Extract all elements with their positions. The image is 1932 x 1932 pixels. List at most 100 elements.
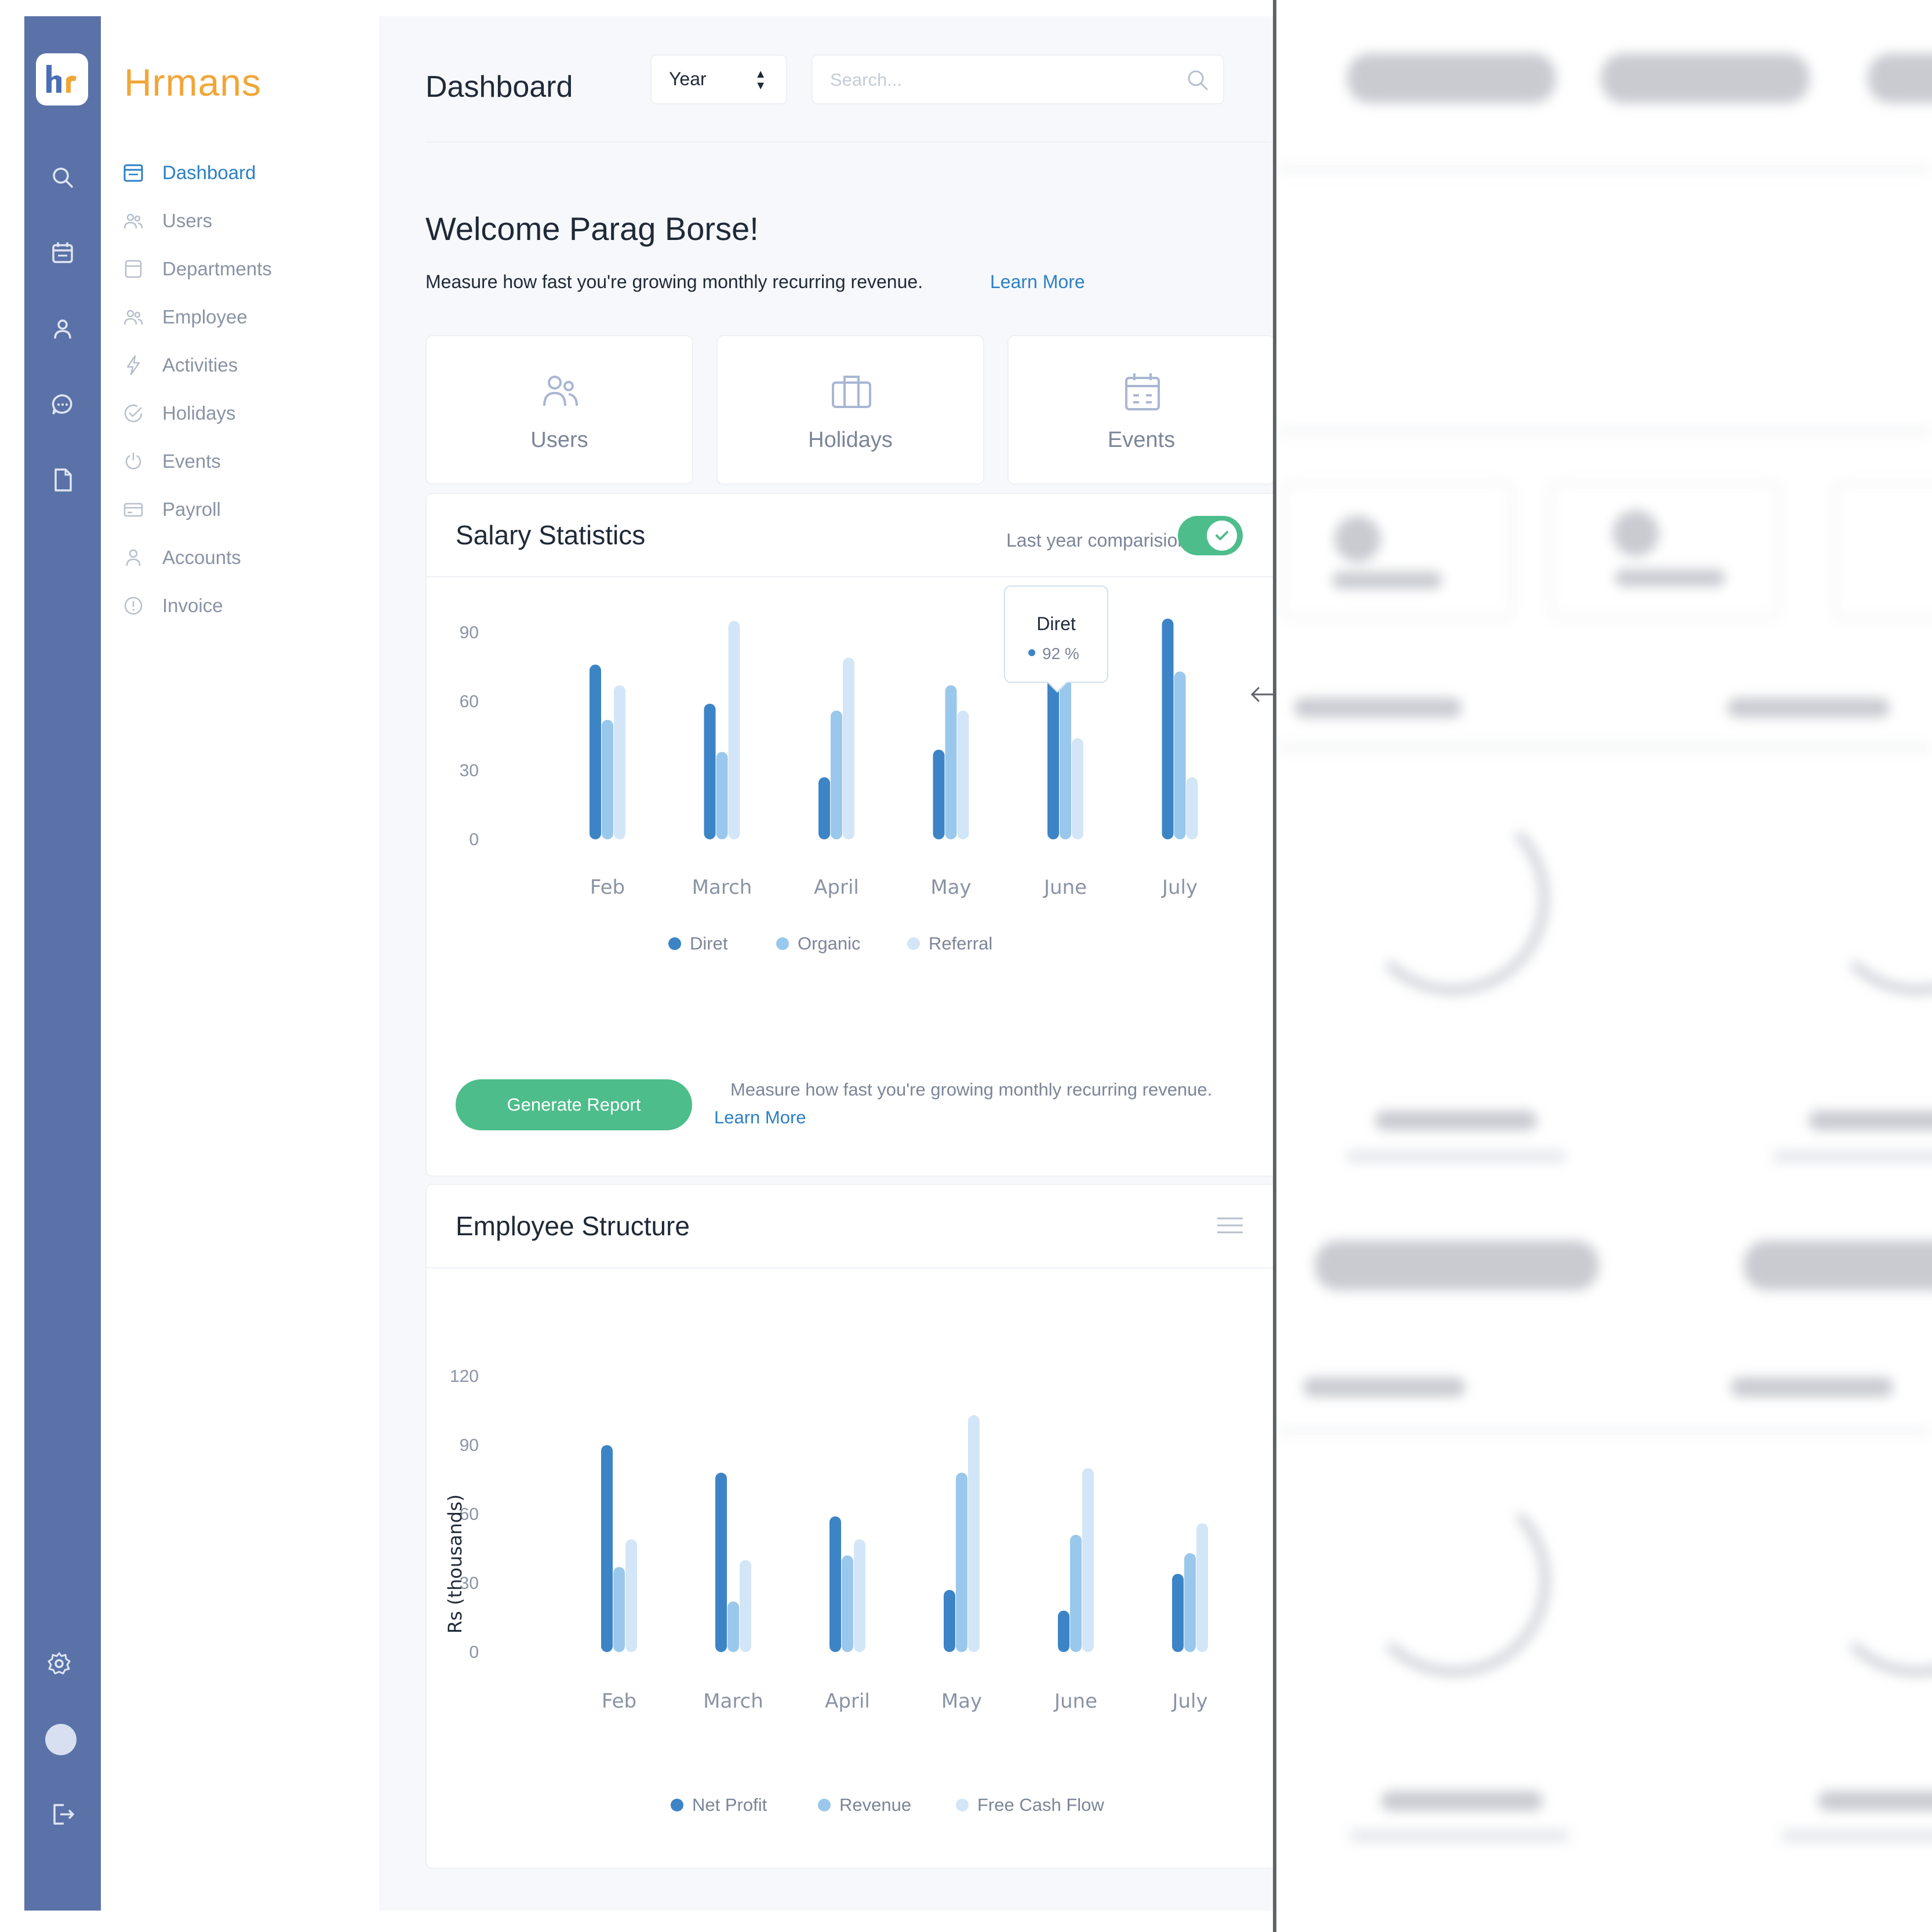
menu-icon[interactable] — [1216, 1214, 1244, 1237]
bar-net-profit — [944, 1589, 955, 1652]
blur-line — [1276, 745, 1932, 749]
period-select[interactable]: Year ▲ ▼ — [650, 54, 787, 104]
sidebar-item-accounts[interactable]: Accounts — [122, 540, 365, 575]
report-note: Measure how fast you're growing monthly … — [730, 1079, 1213, 1100]
x-tick-label: May — [930, 876, 971, 899]
user-icon[interactable] — [49, 315, 77, 343]
sidebar-item-label: Holidays — [162, 402, 236, 424]
blur-pill — [1744, 1240, 1932, 1290]
events-card[interactable]: Events — [1007, 335, 1273, 485]
sidebar-item-label: Users — [162, 210, 213, 231]
comparison-label: Last year comparision: — [1006, 530, 1193, 551]
bar-free-cash-flow — [740, 1560, 751, 1652]
search-icon[interactable] — [1185, 67, 1210, 93]
blur-pill — [1315, 1240, 1599, 1290]
search-placeholder: Search... — [830, 70, 903, 90]
blur-ring — [1821, 802, 1932, 995]
bar-diret — [704, 703, 716, 839]
bar-revenue — [842, 1555, 853, 1652]
salary-chart: 0306090120FebMarchAprilMayJuneJulyDiretO… — [460, 618, 1198, 954]
x-tick-label: April — [825, 1690, 870, 1713]
document-icon[interactable] — [49, 466, 77, 494]
users-icon — [122, 305, 145, 329]
blur-card — [1282, 481, 1514, 620]
blur-pill — [1773, 1150, 1932, 1163]
search-input[interactable]: Search... — [812, 54, 1224, 104]
user-icon — [122, 546, 145, 569]
learn-more-link[interactable]: Learn More — [990, 271, 1085, 293]
chat-icon[interactable] — [49, 391, 77, 419]
y-tick-label: 90 — [460, 623, 479, 642]
sidebar-item-label: Payroll — [162, 499, 221, 520]
sidebar-item-employee[interactable]: Employee — [122, 300, 365, 334]
bar-revenue — [1070, 1534, 1082, 1652]
bar-referral — [843, 657, 854, 839]
card-label: Users — [530, 428, 588, 452]
welcome-heading: Welcome Parag Borse! — [425, 210, 759, 247]
blur-pill — [1381, 1791, 1543, 1811]
card-label: Events — [1107, 428, 1176, 452]
page-title: Dashboard — [425, 70, 573, 104]
blur-pill — [1349, 1829, 1570, 1842]
users-card[interactable]: Users — [425, 335, 693, 485]
x-tick-label: March — [703, 1690, 763, 1713]
comparison-toggle[interactable] — [1178, 516, 1243, 555]
x-tick-label: June — [1053, 1690, 1097, 1713]
sidebar-item-label: Departments — [162, 258, 272, 279]
sidebar-item-payroll[interactable]: Payroll — [122, 492, 365, 527]
card-title: Salary Statistics — [456, 520, 646, 550]
sidebar-item-invoice[interactable]: Invoice — [122, 588, 365, 623]
sidebar-item-holidays[interactable]: Holidays — [122, 396, 365, 431]
info-icon — [122, 594, 145, 617]
card-label: Holidays — [808, 428, 893, 452]
legend-marker — [907, 937, 920, 950]
blur-pill — [1332, 572, 1442, 589]
users-icon — [537, 369, 584, 415]
y-tick-label: 120 — [450, 1367, 479, 1386]
bar-referral — [728, 621, 740, 839]
holidays-card[interactable]: Holidays — [716, 335, 984, 485]
header-divider — [425, 141, 1273, 143]
sidebar-item-label: Activities — [162, 354, 238, 376]
card-divider — [427, 1267, 1273, 1268]
blur-card — [1549, 481, 1781, 620]
x-tick-label: Feb — [590, 876, 625, 899]
legend-marker — [668, 937, 681, 950]
blur-dot — [1613, 510, 1659, 556]
sidebar-item-activities[interactable]: Activities — [122, 348, 365, 383]
bar-revenue — [1184, 1553, 1196, 1652]
bar-referral — [614, 685, 625, 839]
legend-marker — [671, 1799, 683, 1811]
power-icon — [122, 450, 145, 473]
blur-pill — [1346, 1150, 1566, 1163]
select-arrows-icon: ▲ ▼ — [755, 68, 766, 92]
blur-pill — [1375, 1111, 1537, 1130]
bar-diret — [590, 664, 601, 839]
blurred-content — [1276, 0, 1932, 1932]
users-icon — [122, 209, 145, 232]
app-logo[interactable] — [36, 53, 88, 105]
sidebar-item-events[interactable]: Events — [122, 444, 365, 479]
sidebar-item-dashboard[interactable]: Dashboard — [122, 155, 365, 190]
bar-free-cash-flow — [854, 1539, 865, 1652]
sidebar-item-users[interactable]: Users — [122, 203, 365, 238]
bar-organic — [1174, 671, 1186, 839]
search-icon[interactable] — [49, 163, 77, 191]
avatar[interactable] — [45, 1724, 77, 1755]
blur-pill — [1615, 569, 1725, 587]
logout-icon[interactable] — [49, 1800, 77, 1828]
calendar-icon[interactable] — [49, 239, 77, 267]
y-tick-label: 0 — [469, 1643, 479, 1662]
bar-organic — [602, 719, 613, 839]
generate-report-button[interactable]: Generate Report — [456, 1079, 692, 1130]
settings-icon[interactable] — [45, 1650, 73, 1678]
blur-pill — [1868, 53, 1932, 103]
card-icon — [122, 498, 145, 521]
sidebar-item-departments[interactable]: Departments — [122, 252, 365, 286]
legend-marker — [956, 1799, 969, 1811]
toggle-knob — [1207, 521, 1237, 551]
learn-more-link[interactable]: Learn More — [714, 1107, 806, 1128]
calendar-icon — [1119, 369, 1166, 415]
bar-net-profit — [829, 1516, 841, 1652]
bar-free-cash-flow — [625, 1539, 637, 1652]
